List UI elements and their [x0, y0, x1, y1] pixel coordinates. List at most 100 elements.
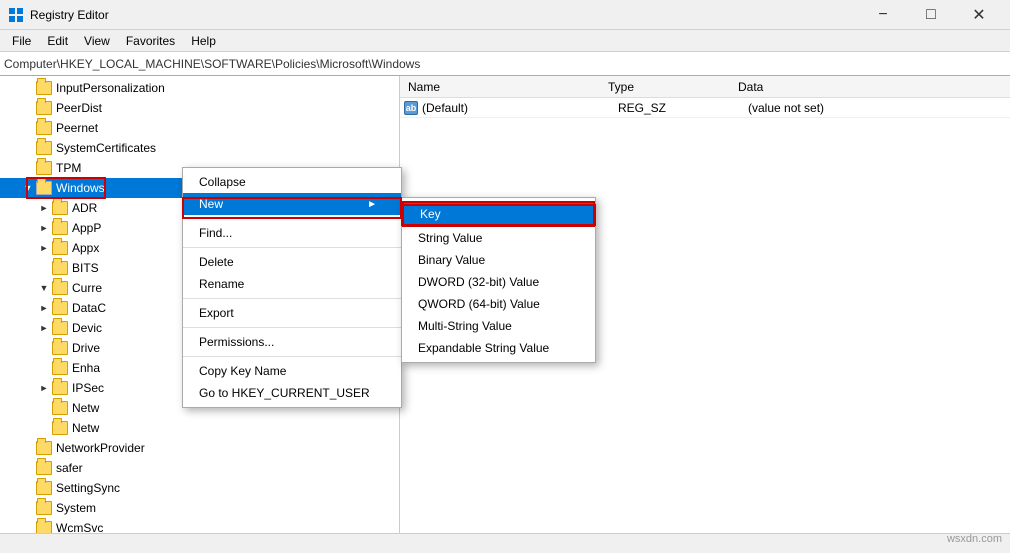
- tree-item-netw2[interactable]: Netw: [0, 418, 399, 438]
- tree-label: WcmSvc: [56, 521, 103, 533]
- expand-icon: [20, 480, 36, 496]
- expand-icon: [36, 360, 52, 376]
- menu-favorites[interactable]: Favorites: [118, 32, 183, 50]
- submenu-expandable-value[interactable]: Expandable String Value: [402, 337, 595, 359]
- col-type-header: Type: [604, 80, 734, 94]
- submenu-dword-value[interactable]: DWORD (32-bit) Value: [402, 271, 595, 293]
- title-bar-left: Registry Editor: [8, 7, 109, 23]
- tree-label: SettingSync: [56, 481, 120, 495]
- expand-icon: [20, 440, 36, 456]
- folder-icon: [52, 341, 68, 355]
- ctx-new-label: New: [199, 197, 223, 211]
- tree-label: Appx: [72, 241, 99, 255]
- expand-icon: ►: [36, 240, 52, 256]
- tree-item-system[interactable]: System: [0, 498, 399, 518]
- ctx-delete-label: Delete: [199, 255, 234, 269]
- right-panel-header: Name Type Data: [400, 76, 1010, 98]
- tree-label: InputPersonalization: [56, 81, 165, 95]
- expand-icon: [20, 160, 36, 176]
- submenu-string-label: String Value: [418, 231, 482, 245]
- col-name-header: Name: [404, 80, 604, 94]
- tree-item-networkprovider[interactable]: NetworkProvider: [0, 438, 399, 458]
- menu-bar: File Edit View Favorites Help: [0, 30, 1010, 52]
- folder-icon: [52, 401, 68, 415]
- expand-icon: ►: [36, 320, 52, 336]
- tree-label: DataC: [72, 301, 106, 315]
- submenu-key[interactable]: Key: [402, 201, 595, 227]
- submenu-string-value[interactable]: String Value: [402, 227, 595, 249]
- folder-icon: [36, 121, 52, 135]
- folder-icon: [36, 181, 52, 195]
- tree-label: Enha: [72, 361, 100, 375]
- minimize-button[interactable]: −: [860, 0, 906, 30]
- folder-icon: [36, 101, 52, 115]
- tree-label: Netw: [72, 401, 99, 415]
- ctx-go-to-hkcu[interactable]: Go to HKEY_CURRENT_USER: [183, 382, 401, 404]
- ctx-collapse[interactable]: Collapse: [183, 171, 401, 193]
- tree-item-wcmsvc[interactable]: WcmSvc: [0, 518, 399, 533]
- tree-label: Peernet: [56, 121, 98, 135]
- tree-label: SystemCertificates: [56, 141, 156, 155]
- ctx-delete[interactable]: Delete: [183, 251, 401, 273]
- folder-icon: [52, 281, 68, 295]
- expand-icon: [20, 140, 36, 156]
- submenu-arrow-icon: ►: [367, 199, 377, 210]
- submenu-dword-label: DWORD (32-bit) Value: [418, 275, 539, 289]
- tree-label: ADR: [72, 201, 97, 215]
- col-data-header: Data: [734, 80, 1006, 94]
- menu-edit[interactable]: Edit: [39, 32, 76, 50]
- tree-item-peernet[interactable]: Peernet: [0, 118, 399, 138]
- tree-label: AppP: [72, 221, 101, 235]
- cell-type-default: REG_SZ: [618, 101, 748, 115]
- folder-icon: [36, 501, 52, 515]
- menu-help[interactable]: Help: [183, 32, 224, 50]
- expand-icon: [36, 260, 52, 276]
- tree-item-peerdist[interactable]: PeerDist: [0, 98, 399, 118]
- ctx-new[interactable]: New ►: [183, 193, 401, 215]
- expand-icon: ▼: [36, 280, 52, 296]
- folder-icon: [52, 221, 68, 235]
- registry-row-default[interactable]: ab (Default) REG_SZ (value not set): [400, 98, 1010, 118]
- reg-sz-icon: ab: [404, 101, 418, 115]
- expand-icon: [36, 420, 52, 436]
- ctx-permissions[interactable]: Permissions...: [183, 331, 401, 353]
- submenu-binary-value[interactable]: Binary Value: [402, 249, 595, 271]
- maximize-button[interactable]: □: [908, 0, 954, 30]
- ctx-export[interactable]: Export: [183, 302, 401, 324]
- folder-icon: [52, 321, 68, 335]
- menu-view[interactable]: View: [76, 32, 118, 50]
- cell-name-default: (Default): [422, 101, 618, 115]
- tree-item-inputpersonalization[interactable]: InputPersonalization: [0, 78, 399, 98]
- context-menu: Collapse New ► Find... Delete Rename Exp…: [182, 167, 402, 408]
- tree-label: safer: [56, 461, 83, 475]
- ctx-find[interactable]: Find...: [183, 222, 401, 244]
- title-bar-controls: − □ ✕: [860, 0, 1002, 30]
- submenu-qword-label: QWORD (64-bit) Value: [418, 297, 540, 311]
- tree-item-settingsync[interactable]: SettingSync: [0, 478, 399, 498]
- tree-item-systemcerts[interactable]: SystemCertificates: [0, 138, 399, 158]
- ctx-rename[interactable]: Rename: [183, 273, 401, 295]
- ctx-separator-4: [183, 327, 401, 328]
- ctx-copy-key-name-label: Copy Key Name: [199, 364, 286, 378]
- submenu-multistring-value[interactable]: Multi-String Value: [402, 315, 595, 337]
- menu-file[interactable]: File: [4, 32, 39, 50]
- tree-item-safer[interactable]: safer: [0, 458, 399, 478]
- ctx-separator-1: [183, 218, 401, 219]
- tree-label: BITS: [72, 261, 99, 275]
- ctx-copy-key-name[interactable]: Copy Key Name: [183, 360, 401, 382]
- expand-icon: [20, 120, 36, 136]
- close-button[interactable]: ✕: [956, 0, 1002, 30]
- tree-label: Drive: [72, 341, 100, 355]
- ctx-separator-5: [183, 356, 401, 357]
- submenu-key-label: Key: [420, 207, 441, 221]
- expand-icon: [20, 520, 36, 533]
- title-bar-title: Registry Editor: [30, 8, 109, 22]
- ctx-go-to-hkcu-label: Go to HKEY_CURRENT_USER: [199, 386, 370, 400]
- submenu-qword-value[interactable]: QWORD (64-bit) Value: [402, 293, 595, 315]
- expand-icon: ▼: [20, 180, 36, 196]
- tree-label: Windows: [56, 181, 105, 195]
- tree-label: PeerDist: [56, 101, 102, 115]
- ctx-export-label: Export: [199, 306, 234, 320]
- submenu: Key String Value Binary Value DWORD (32-…: [401, 197, 596, 363]
- folder-icon: [52, 421, 68, 435]
